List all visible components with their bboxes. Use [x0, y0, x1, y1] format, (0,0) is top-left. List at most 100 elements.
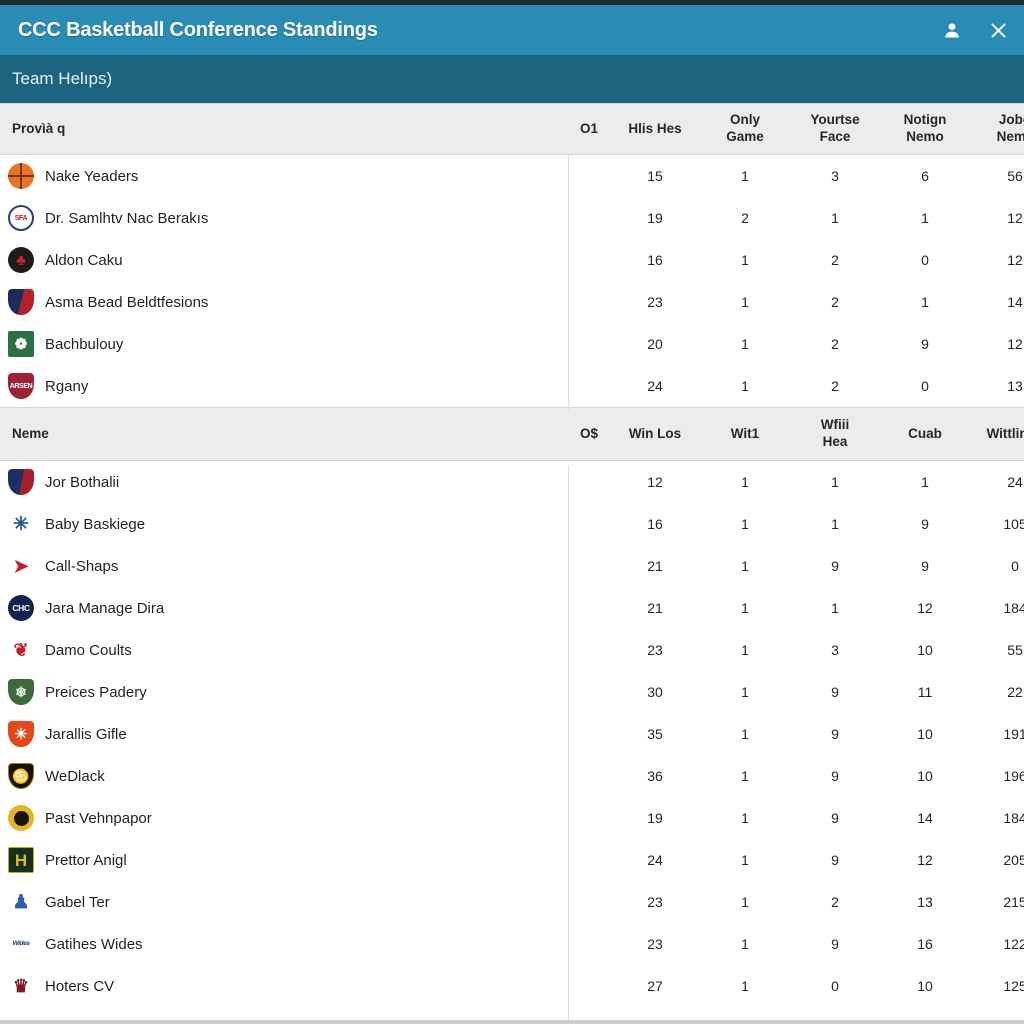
cell-e: 24: [1007, 474, 1023, 490]
cell-b: 2: [741, 210, 749, 226]
table-row[interactable]: Asma Bead Beldtfesions 23 1 2 1 14: [0, 281, 1024, 323]
cell-d: 10: [917, 978, 933, 994]
table-row[interactable]: ARSEN Rgany 24 1 2 0 13: [0, 365, 1024, 407]
logo-text: SFA: [14, 214, 28, 222]
table-row[interactable]: SFA Dr. Samlhtv Nac Berakıs 19 2 1 1 12: [0, 197, 1024, 239]
green-shield-logo: ❄: [8, 679, 34, 705]
h-gold-logo: H: [8, 847, 34, 873]
table-row[interactable]: ♋ WeDlack 36 1 9 10 196: [0, 755, 1024, 797]
cell-a: 16: [647, 516, 663, 532]
column-header-b[interactable]: Only Game: [700, 112, 790, 146]
cell-c: 2: [831, 378, 839, 394]
team-name: WeDlack: [45, 767, 105, 785]
table-row[interactable]: ♟ Gabel Ter 23 1 2 13 215: [0, 881, 1024, 923]
cell-e: 191: [1003, 726, 1024, 742]
cell-e: 22: [1007, 684, 1023, 700]
cell-d: 0: [921, 378, 929, 394]
cell-e: 105: [1003, 516, 1024, 532]
cell-e: 205: [1003, 852, 1024, 868]
table-row[interactable]: ♣ Aldon Caku 16 1 2 0 12: [0, 239, 1024, 281]
table-row[interactable]: Nake Yeaders 15 1 3 6 56: [0, 155, 1024, 197]
cell-e: 13: [1007, 378, 1023, 394]
team-name: Jara Manage Dira: [45, 599, 165, 617]
cell-e: 12: [1007, 252, 1023, 268]
cell-a: 23: [647, 294, 663, 310]
close-icon[interactable]: [986, 18, 1010, 42]
cell-d: 14: [917, 810, 933, 826]
logo-text: Wides: [12, 939, 30, 947]
table-row[interactable]: ✳ Baby Baskiege 16 1 1 9 105: [0, 503, 1024, 545]
column-header-a[interactable]: Win Los: [610, 426, 700, 443]
team-cell: ARSEN Rgany: [0, 373, 568, 399]
column-header-rank[interactable]: O$: [568, 426, 610, 443]
column-header-d[interactable]: Cuab: [880, 426, 970, 443]
logo-glyph: ❄: [15, 684, 27, 700]
team-name: Past Vehnpapor: [45, 809, 152, 827]
cell-c: 9: [831, 726, 839, 742]
cell-c: 9: [831, 852, 839, 868]
column-header-team[interactable]: Neme: [0, 426, 568, 443]
cell-a: 30: [647, 684, 663, 700]
team-name: Bachbulouy: [45, 335, 124, 353]
column-header-a[interactable]: Hlis Hes: [610, 121, 700, 138]
team-cell: SFA Dr. Samlhtv Nac Berakıs: [0, 205, 568, 231]
column-header-e[interactable]: Wittlinge: [970, 426, 1024, 443]
cell-b: 1: [741, 726, 749, 742]
cell-b: 1: [741, 684, 749, 700]
table-row[interactable]: ✳ Jarallis Gifle 35 1 9 10 191: [0, 713, 1024, 755]
cell-a: 15: [647, 168, 663, 184]
cell-c: 9: [831, 558, 839, 574]
user-icon[interactable]: [940, 18, 964, 42]
column-header-team[interactable]: Provìà q: [0, 121, 568, 138]
cell-a: 24: [647, 378, 663, 394]
cell-e: 215: [1003, 894, 1024, 910]
blue-statue-logo: ♟: [8, 889, 34, 915]
table-row[interactable]: ♛ Hoters CV 27 1 0 10 125: [0, 965, 1024, 1007]
column-header-b[interactable]: Wit1: [700, 426, 790, 443]
table-row[interactable]: Past Vehnpapor 19 1 9 14 184: [0, 797, 1024, 839]
cell-a: 35: [647, 726, 663, 742]
column-header-e[interactable]: Jobg Neme: [970, 112, 1024, 146]
column-header-c[interactable]: Yourtse Face: [790, 112, 880, 146]
cell-b: 1: [741, 252, 749, 268]
cell-e: 12: [1007, 210, 1023, 226]
cell-e: 56: [1007, 168, 1023, 184]
logo-glyph: ➤: [13, 556, 29, 576]
table-row[interactable]: ❁ Bachbulouy 20 1 2 9 12: [0, 323, 1024, 365]
table-row[interactable]: CHC Jara Manage Dira 21 1 1 12 184: [0, 587, 1024, 629]
team-cell: ❦ Damo Coults: [0, 637, 568, 663]
team-cell: ✳ Baby Baskiege: [0, 511, 568, 537]
logo-glyph: ✳: [14, 725, 28, 743]
column-header-c[interactable]: Wfiii Hea: [790, 417, 880, 451]
cell-c: 1: [831, 474, 839, 490]
cell-c: 0: [831, 978, 839, 994]
team-cell: ♣ Aldon Caku: [0, 247, 568, 273]
table-row[interactable]: Jor Bothalii 12 1 1 1 24: [0, 461, 1024, 503]
table-row[interactable]: ❦ Damo Coults 23 1 3 10 55: [0, 629, 1024, 671]
team-name: Rgany: [45, 377, 89, 395]
column-header-rank[interactable]: O1: [568, 121, 610, 138]
table-row[interactable]: H Prettor Anigl 24 1 9 12 205: [0, 839, 1024, 881]
team-name: Dr. Samlhtv Nac Berakıs: [45, 209, 209, 227]
table-row[interactable]: ❄ Preices Padery 30 1 9 11 22: [0, 671, 1024, 713]
cell-e: 14: [1007, 294, 1023, 310]
table-row[interactable]: Wides Gatihes Wides 23 1 9 16 122: [0, 923, 1024, 965]
team-name: Damo Coults: [45, 641, 132, 659]
cell-b: 1: [741, 936, 749, 952]
cell-e: 125: [1003, 978, 1024, 994]
cell-a: 12: [647, 474, 663, 490]
table-row[interactable]: ➤ Call-Shaps 21 1 9 9 0: [0, 545, 1024, 587]
column-header-d[interactable]: Notign Nemo: [880, 112, 970, 146]
cell-d: 6: [921, 168, 929, 184]
team-cell: Past Vehnpapor: [0, 805, 568, 831]
cell-d: 11: [917, 684, 933, 700]
logo-text: ARSEN: [9, 382, 33, 390]
cell-a: 19: [647, 210, 663, 226]
logo-glyph: ❦: [13, 640, 29, 660]
team-name: Prettor Anigl: [45, 851, 127, 869]
cell-d: 0: [921, 252, 929, 268]
cell-d: 9: [921, 516, 929, 532]
cell-e: 184: [1003, 810, 1024, 826]
cell-b: 1: [741, 642, 749, 658]
cell-d: 16: [917, 936, 933, 952]
